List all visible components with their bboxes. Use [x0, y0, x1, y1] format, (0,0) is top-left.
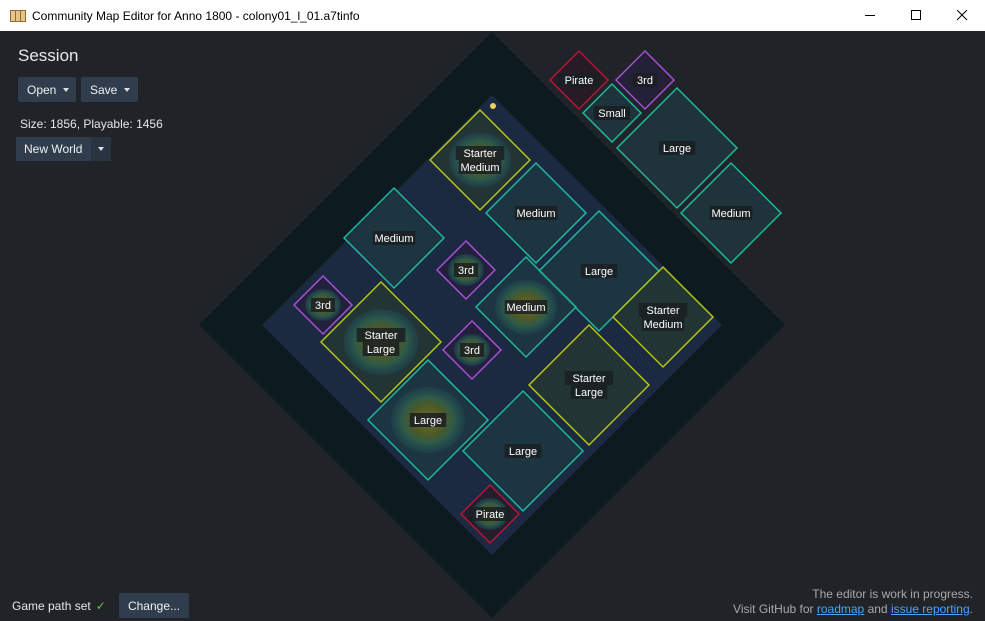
roadmap-link[interactable]: roadmap	[817, 602, 864, 616]
island-label: Starter	[364, 330, 397, 342]
island-label: Medium	[643, 319, 682, 331]
game-path-text: Game path set	[12, 599, 91, 613]
visit-text: Visit GitHub for	[733, 602, 817, 616]
island-label: Starter	[646, 305, 679, 317]
and-text: and	[864, 602, 891, 616]
period-text: .	[969, 602, 973, 616]
save-button[interactable]: Save	[81, 77, 138, 102]
island-third-lower[interactable]: 3rd	[441, 319, 503, 381]
island-label: Pirate	[565, 75, 594, 87]
island-label: Medium	[516, 208, 555, 220]
maximize-icon	[910, 10, 921, 20]
session-title: Session	[18, 46, 79, 65]
minimize-button[interactable]	[847, 0, 893, 31]
window-title: Community Map Editor for Anno 1800 - col…	[32, 8, 360, 23]
map-size-info: Size: 1856, Playable: 1456	[20, 117, 163, 131]
wip-notice: The editor is work in progress.	[812, 587, 973, 601]
island-label: 3rd	[464, 345, 480, 357]
minimize-icon	[864, 15, 875, 16]
change-label: Change...	[127, 598, 181, 613]
island-label: Large	[663, 143, 691, 155]
open-button[interactable]: Open	[18, 77, 76, 102]
island-label: 3rd	[637, 75, 653, 87]
session-map[interactable]: Pirate 3rd Small Large Medium Starter Medium Me…	[0, 0, 985, 621]
chevron-down-icon	[63, 87, 70, 92]
save-label: Save	[90, 82, 118, 97]
island-label: Large	[367, 344, 395, 356]
game-path-status: Game path set ✓	[12, 599, 106, 613]
island-label: Medium	[711, 208, 750, 220]
close-button[interactable]	[939, 0, 985, 31]
island-label: Large	[414, 415, 442, 427]
close-icon	[956, 10, 967, 21]
island-label: Pirate	[476, 509, 505, 521]
island-label: 3rd	[315, 300, 331, 312]
region-select[interactable]: New World	[16, 137, 111, 161]
maximize-button[interactable]	[893, 0, 939, 31]
island-third-center[interactable]: 3rd	[435, 239, 497, 301]
open-label: Open	[27, 82, 57, 97]
check-icon: ✓	[95, 599, 106, 613]
island-label: Medium	[460, 162, 499, 174]
island-label: Large	[585, 266, 613, 278]
island-label: Medium	[506, 302, 545, 314]
change-path-button[interactable]: Change...	[119, 593, 189, 618]
chevron-down-icon	[98, 147, 104, 151]
map-origin-marker	[490, 103, 496, 109]
footer-notice: The editor is work in progress. Visit Gi…	[733, 587, 973, 617]
chevron-down-icon	[124, 87, 131, 92]
island-medium-2[interactable]: Medium	[342, 186, 446, 290]
region-select-arrow[interactable]	[91, 137, 111, 161]
island-label: Small	[598, 108, 626, 120]
github-notice: Visit GitHub for roadmap and issue repor…	[733, 602, 973, 617]
island-label: Starter	[572, 373, 605, 385]
title-bar: Community Map Editor for Anno 1800 - col…	[0, 0, 985, 31]
island-label: Large	[509, 446, 537, 458]
island-label: Starter	[463, 148, 496, 160]
issue-reporting-link[interactable]: issue reporting	[891, 602, 970, 616]
map-icon	[10, 9, 26, 23]
island-label: Medium	[374, 233, 413, 245]
island-label: 3rd	[458, 265, 474, 277]
region-select-value: New World	[24, 142, 83, 156]
island-label: Large	[575, 387, 603, 399]
